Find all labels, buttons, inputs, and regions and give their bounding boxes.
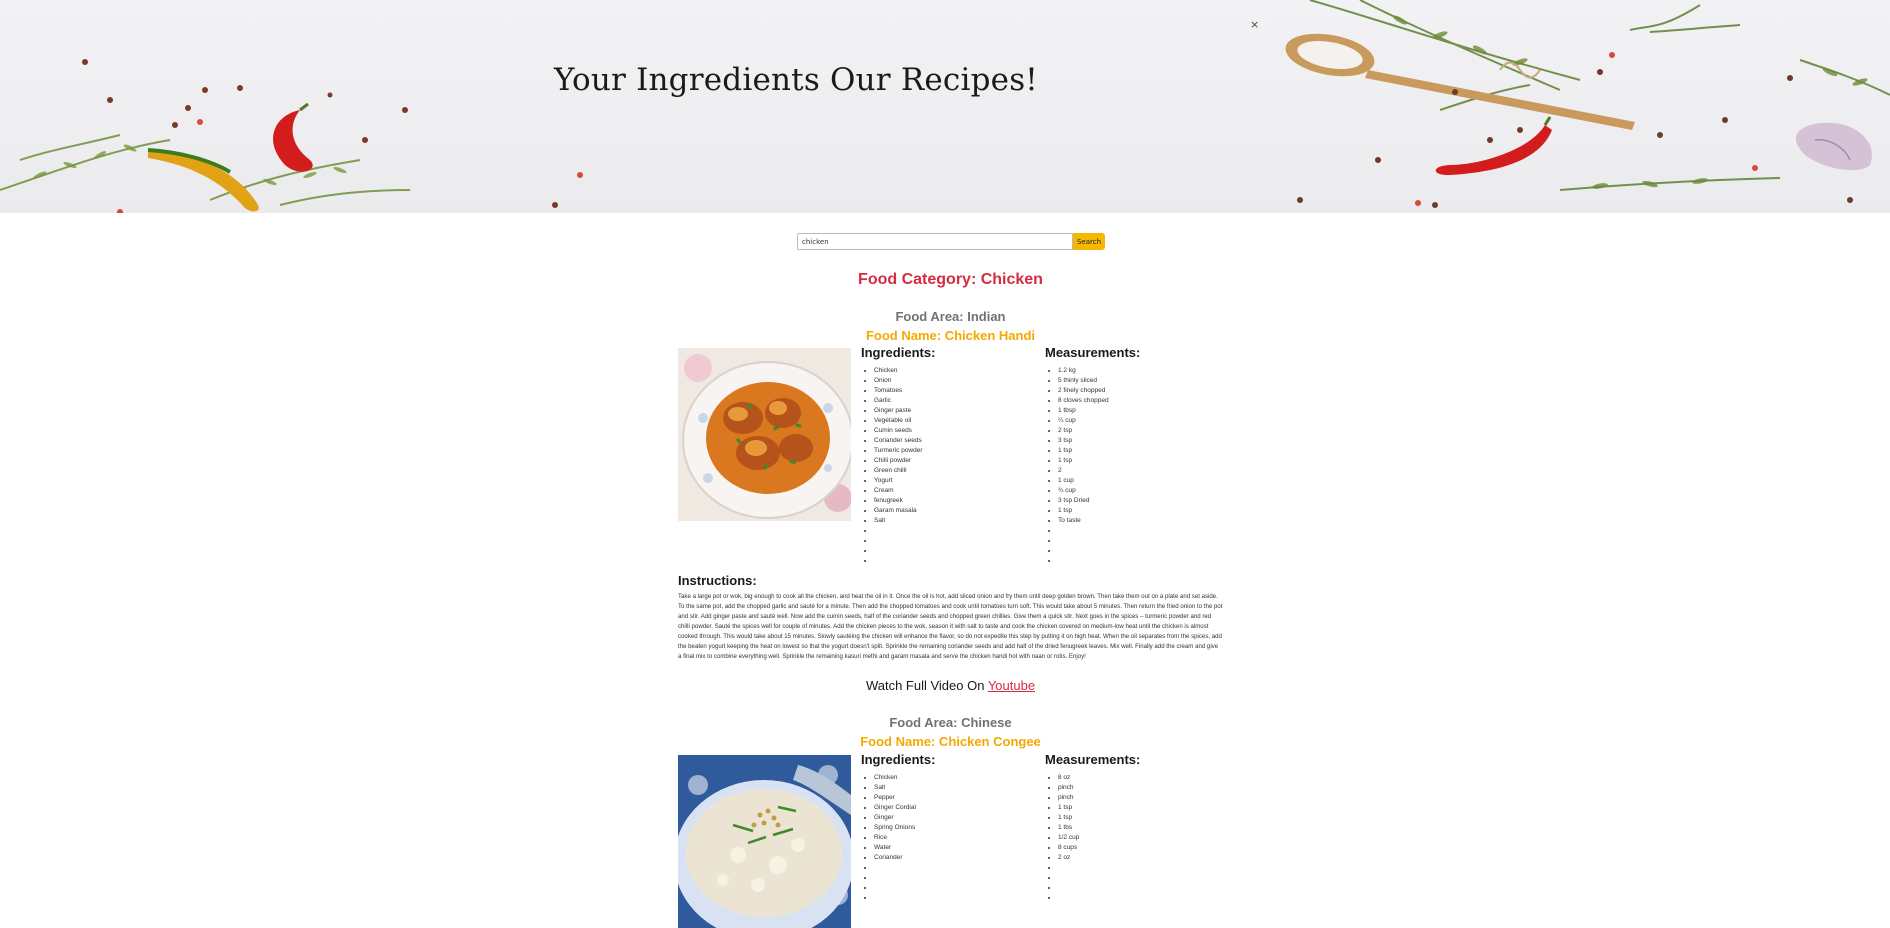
ingredient-item: Ginger Cordial bbox=[874, 803, 916, 813]
measurement-item bbox=[1058, 873, 1079, 883]
ingredient-item: Garam masala bbox=[874, 506, 923, 516]
ingredient-item: Garlic bbox=[874, 396, 923, 406]
measurement-item: 1 tsp bbox=[1058, 813, 1079, 823]
measurement-item bbox=[1058, 893, 1079, 903]
ingredient-item bbox=[874, 556, 923, 566]
ingredient-item: Pepper bbox=[874, 793, 916, 803]
measurement-item: 1 tsp bbox=[1058, 506, 1109, 516]
measurement-item: 1 tsp bbox=[1058, 446, 1109, 456]
measurement-item: 1 tbs bbox=[1058, 823, 1079, 833]
ingredient-item: Tomatoes bbox=[874, 386, 923, 396]
measurement-item: 1/2 cup bbox=[1058, 833, 1079, 843]
measurement-item: 8 oz bbox=[1058, 773, 1079, 783]
ingredient-item: Yogurt bbox=[874, 476, 923, 486]
measurement-item: 1 tsp bbox=[1058, 803, 1079, 813]
instructions-text: Take a large pot or wok, big enough to c… bbox=[678, 593, 1223, 660]
measurement-item bbox=[1058, 546, 1109, 556]
ingredient-item: Chicken bbox=[874, 366, 923, 376]
ingredient-item: Chicken bbox=[874, 773, 916, 783]
food-image bbox=[678, 348, 851, 521]
hero-banner: Your Ingredients Our Recipes! × bbox=[0, 0, 1890, 213]
ingredient-item: Chilli powder bbox=[874, 456, 923, 466]
measurement-item bbox=[1058, 883, 1079, 893]
measurement-item: 2 tsp bbox=[1058, 426, 1109, 436]
measurement-item: 2 oz bbox=[1058, 853, 1079, 863]
measurement-item: pinch bbox=[1058, 783, 1079, 793]
ingredient-item: Ginger paste bbox=[874, 406, 923, 416]
food-name: Food Name: Chicken Congee bbox=[860, 734, 1041, 749]
video-prefix: Watch Full Video On bbox=[865, 678, 988, 693]
ingredient-item: Water bbox=[874, 843, 916, 853]
ingredient-item: Turmeric powder bbox=[874, 446, 923, 456]
search-button[interactable]: Search bbox=[1073, 233, 1105, 250]
measurement-item: 1 tbsp bbox=[1058, 406, 1109, 416]
measurement-item: ¼ cup bbox=[1058, 416, 1109, 426]
food-name: Food Name: Chicken Handi bbox=[865, 328, 1036, 343]
ingredient-item bbox=[874, 546, 923, 556]
measurement-item: 8 cloves chopped bbox=[1058, 396, 1109, 406]
ingredient-item bbox=[874, 883, 916, 893]
ingredients-heading: Ingredients: bbox=[861, 345, 936, 360]
measurement-item bbox=[1058, 526, 1109, 536]
ingredient-item bbox=[874, 526, 923, 536]
food-image bbox=[678, 755, 851, 928]
measurement-item: 8 cups bbox=[1058, 843, 1079, 853]
ingredient-item bbox=[874, 536, 923, 546]
ingredient-item: Salt bbox=[874, 516, 923, 526]
close-icon[interactable]: × bbox=[1250, 18, 1259, 31]
measurement-item: ¾ cup bbox=[1058, 486, 1109, 496]
measurement-item: 1.2 kg bbox=[1058, 366, 1109, 376]
ingredient-item: Cream bbox=[874, 486, 923, 496]
measurement-item bbox=[1058, 556, 1109, 566]
ingredient-item: Coriander bbox=[874, 853, 916, 863]
page-title: Your Ingredients Our Recipes! bbox=[554, 62, 1038, 98]
ingredient-item: Salt bbox=[874, 783, 916, 793]
measurement-item: 3 tsp Dried bbox=[1058, 496, 1109, 506]
ingredient-item: Onion bbox=[874, 376, 923, 386]
ingredient-item: Spring Onions bbox=[874, 823, 916, 833]
ingredient-item bbox=[874, 873, 916, 883]
search-input[interactable] bbox=[797, 233, 1073, 250]
ingredients-list: ChickenOnionTomatoesGarlicGinger pasteVe… bbox=[861, 366, 923, 566]
instructions-heading: Instructions: bbox=[678, 573, 757, 588]
video-line: Watch Full Video On Youtube bbox=[678, 678, 1223, 693]
measurement-item: 3 tsp bbox=[1058, 436, 1109, 446]
measurement-item: 1 cup bbox=[1058, 476, 1109, 486]
food-area: Food Area: Chinese bbox=[889, 715, 1012, 730]
ingredient-item: Green chilli bbox=[874, 466, 923, 476]
measurement-item bbox=[1058, 536, 1109, 546]
measurements-list: 1.2 kg5 thinly sliced2 finely chopped8 c… bbox=[1045, 366, 1109, 566]
measurement-item: 5 thinly sliced bbox=[1058, 376, 1109, 386]
measurements-heading: Measurements: bbox=[1045, 752, 1141, 767]
ingredient-item bbox=[874, 893, 916, 903]
measurement-item: 1 tsp bbox=[1058, 456, 1109, 466]
category-title: Food Category: Chicken bbox=[858, 271, 1043, 288]
search-bar: Search bbox=[797, 233, 1105, 250]
ingredients-list: ChickenSaltPepperGinger CordialGingerSpr… bbox=[861, 773, 916, 903]
ingredient-item: Cumin seeds bbox=[874, 426, 923, 436]
food-area: Food Area: Indian bbox=[895, 309, 1006, 324]
measurement-item bbox=[1058, 863, 1079, 873]
ingredients-heading: Ingredients: bbox=[861, 752, 936, 767]
ingredient-item: Rice bbox=[874, 833, 916, 843]
ingredient-item bbox=[874, 863, 916, 873]
youtube-link[interactable]: Youtube bbox=[988, 678, 1035, 693]
measurements-list: 8 ozpinchpinch1 tsp1 tsp1 tbs1/2 cup8 cu… bbox=[1045, 773, 1079, 903]
herbs-and-spices-image bbox=[0, 0, 1890, 213]
ingredient-item: Coriander seeds bbox=[874, 436, 923, 446]
ingredient-item: fenugreek bbox=[874, 496, 923, 506]
measurement-item: To taste bbox=[1058, 516, 1109, 526]
measurements-heading: Measurements: bbox=[1045, 345, 1141, 360]
measurement-item: 2 finely chopped bbox=[1058, 386, 1109, 396]
measurement-item: pinch bbox=[1058, 793, 1079, 803]
ingredient-item: Ginger bbox=[874, 813, 916, 823]
ingredient-item: Vegetable oil bbox=[874, 416, 923, 426]
measurement-item: 2 bbox=[1058, 466, 1109, 476]
